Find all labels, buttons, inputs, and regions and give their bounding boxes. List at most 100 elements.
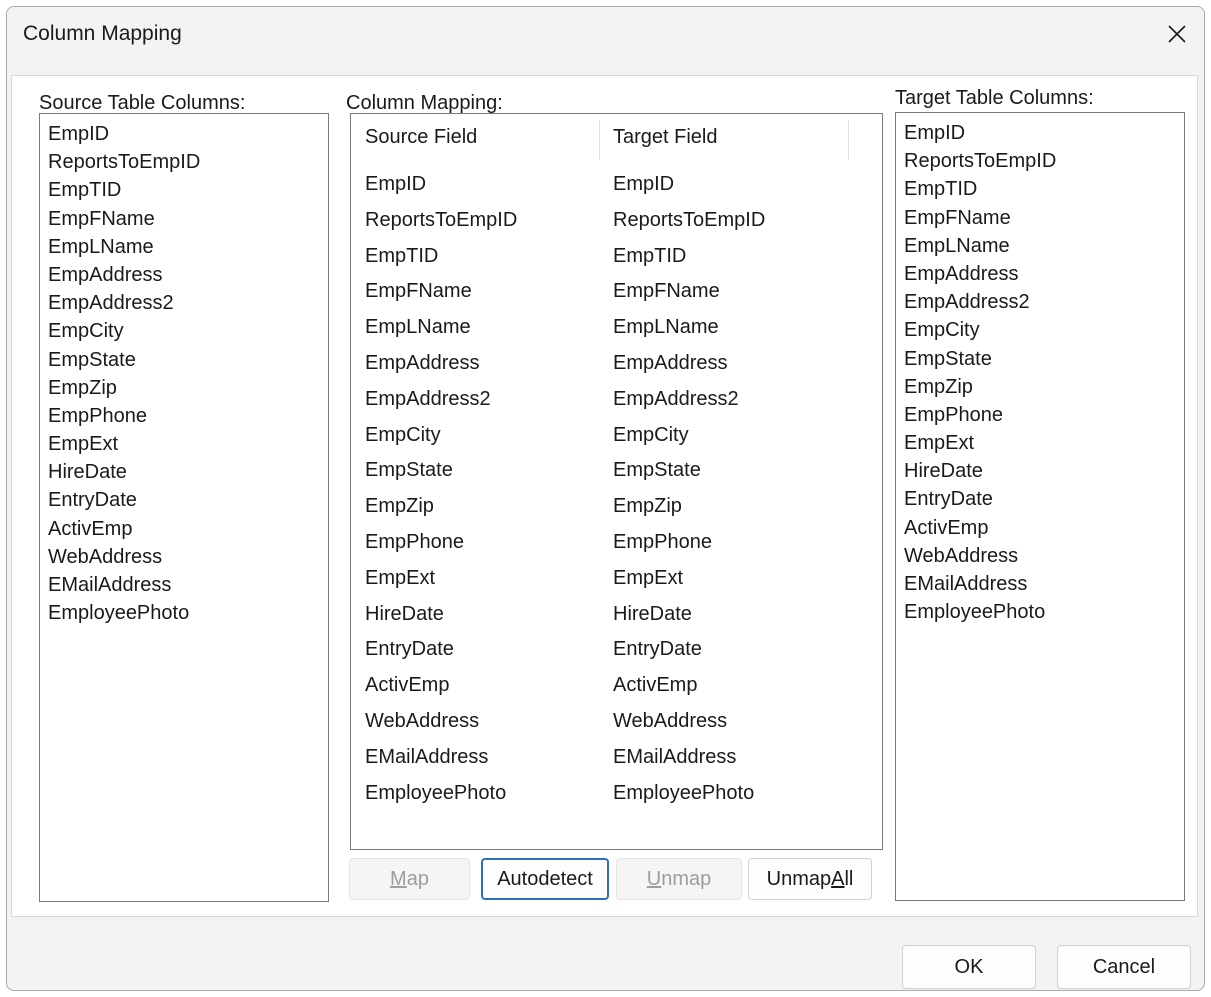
list-item[interactable]: EmpAddress2 [896,288,1184,316]
source-field-cell: EmpExt [365,566,436,589]
list-item[interactable]: EmpTID [40,176,328,204]
source-field-cell: EmpLName [365,316,471,339]
target-field-cell: EntryDate [613,638,702,661]
mapping-row[interactable]: EmpZip EmpZip [351,489,882,525]
list-item[interactable]: EmpID [40,120,328,148]
list-item[interactable]: EmpTID [896,175,1184,203]
autodetect-button[interactable]: Autodetect [481,858,609,900]
header-divider [599,120,600,160]
list-item[interactable]: EmpExt [896,429,1184,457]
list-item[interactable]: EMailAddress [896,570,1184,598]
source-field-cell: WebAddress [365,710,480,732]
mapping-header: Source Field Target Field [351,114,882,162]
list-item[interactable]: EmpFName [896,204,1184,232]
mapping-row[interactable]: EntryDate EntryDate [351,632,882,668]
map-button[interactable]: Map [349,858,470,900]
target-field-cell: WebAddress [613,710,728,732]
source-field-cell: EmpZip [365,495,434,518]
list-item[interactable]: EmployeePhoto [40,599,328,627]
mapping-row[interactable]: EmpState EmpState [351,453,882,489]
source-field-cell: EmpAddress [365,352,480,374]
list-item[interactable]: EMailAddress [40,571,328,599]
target-field-cell: EmpState [613,459,701,482]
source-columns-label: Source Table Columns: [39,92,246,114]
column-mapping-dialog: Column Mapping Source Table Columns: Emp… [6,6,1205,991]
list-item[interactable]: EmpFName [40,205,328,233]
target-field-cell: ActivEmp [613,674,698,697]
list-item[interactable]: EmpZip [896,373,1184,401]
target-field-cell: ReportsToEmpID [613,208,766,231]
mapping-row[interactable]: EmpAddress EmpAddress [351,346,882,382]
target-columns-list[interactable]: EmpID ReportsToEmpID EmpTID EmpFName EmpLNam… [895,112,1185,901]
list-item[interactable]: HireDate [40,458,328,486]
list-item[interactable]: EmpPhone [40,402,328,430]
source-field-cell: EmpFName [365,280,472,303]
list-item[interactable]: WebAddress [896,542,1184,570]
target-field-header[interactable]: Target Field [613,126,718,149]
list-item[interactable]: HireDate [896,457,1184,485]
list-item[interactable]: EmpCity [40,317,328,345]
mapping-row[interactable]: EmployeePhoto EmployeePhoto [351,776,882,812]
list-item[interactable]: EmpState [896,345,1184,373]
column-mapping-label: Column Mapping: [346,92,503,114]
mapping-row[interactable]: ActivEmp ActivEmp [351,668,882,704]
column-mapping-table[interactable]: Source Field Target Field EmpID EmpID Repo… [350,113,883,850]
source-field-cell: EmpAddress2 [365,387,491,410]
list-item[interactable]: EntryDate [896,485,1184,513]
source-field-cell: EMailAddress [365,745,489,768]
source-field-header[interactable]: Source Field [365,126,477,149]
target-field-cell: EmpTID [613,244,687,267]
close-icon [1168,25,1186,43]
mapping-row[interactable]: EmpID EmpID [351,167,882,203]
mapping-row[interactable]: EMailAddress EMailAddress [351,740,882,776]
mapping-row[interactable]: WebAddress WebAddress [351,704,882,740]
mapping-row[interactable]: EmpCity EmpCity [351,418,882,454]
unmap-all-button[interactable]: Unmap All [748,858,872,900]
list-item[interactable]: EmpCity [896,316,1184,344]
header-divider [848,120,849,160]
source-field-cell: EmpPhone [365,531,464,553]
list-item[interactable]: ReportsToEmpID [40,148,328,176]
list-item[interactable]: ActivEmp [40,515,328,543]
list-item[interactable]: ActivEmp [896,514,1184,542]
source-field-cell: ReportsToEmpID [365,208,518,231]
list-item[interactable]: EmpZip [40,374,328,402]
mapping-row[interactable]: EmpAddress2 EmpAddress2 [351,382,882,418]
source-field-cell: EmployeePhoto [365,781,507,804]
list-item[interactable]: EmpAddress2 [40,289,328,317]
mapping-row[interactable]: EmpFName EmpFName [351,274,882,310]
mapping-row[interactable]: EmpExt EmpExt [351,561,882,597]
target-field-cell: EmpExt [613,566,684,589]
list-item[interactable]: EmpAddress [40,261,328,289]
mapping-row[interactable]: HireDate HireDate [351,597,882,633]
list-item[interactable]: EmpState [40,346,328,374]
target-field-cell: EmpID [613,173,675,195]
list-item[interactable]: EmpID [896,119,1184,147]
ok-button[interactable]: OK [902,945,1036,989]
list-item[interactable]: EmpExt [40,430,328,458]
list-item[interactable]: EmpPhone [896,401,1184,429]
list-item[interactable]: EntryDate [40,486,328,514]
target-field-cell: EmpCity [613,423,689,446]
mapping-row[interactable]: ReportsToEmpID ReportsToEmpID [351,203,882,239]
source-field-cell: HireDate [365,602,444,625]
target-columns-label: Target Table Columns: [895,87,1094,109]
list-item[interactable]: EmpLName [896,232,1184,260]
list-item[interactable]: EmployeePhoto [896,598,1184,626]
list-item[interactable]: EmpAddress [896,260,1184,288]
mapping-row[interactable]: EmpLName EmpLName [351,310,882,346]
list-item[interactable]: WebAddress [40,543,328,571]
list-item[interactable]: ReportsToEmpID [896,147,1184,175]
unmap-button[interactable]: Unmap [616,858,742,900]
mapping-row[interactable]: EmpTID EmpTID [351,239,882,275]
source-field-cell: EmpTID [365,244,439,267]
source-columns-list[interactable]: EmpID ReportsToEmpID EmpTID EmpFName EmpLNam… [39,113,329,902]
source-field-cell: EntryDate [365,638,454,661]
source-field-cell: ActivEmp [365,674,450,697]
list-item[interactable]: EmpLName [40,233,328,261]
target-field-cell: EmpZip [613,495,682,518]
target-field-cell: EmpAddress2 [613,387,739,410]
close-button[interactable] [1150,7,1204,61]
cancel-button[interactable]: Cancel [1057,945,1191,989]
mapping-row[interactable]: EmpPhone EmpPhone [351,525,882,561]
